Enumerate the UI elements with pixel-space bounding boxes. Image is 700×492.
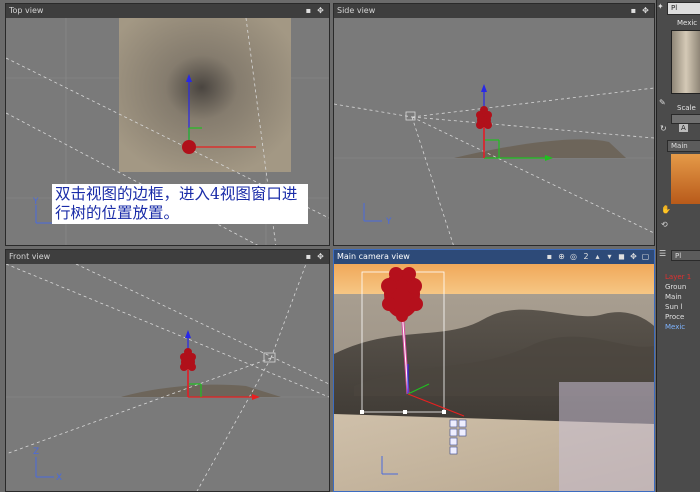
camera-viewport[interactable]: Main camera view ▪ ⊕ ◎ 2 ▴ ▾ ◼ ✥ ▢ <box>333 249 655 492</box>
terrain-side <box>454 139 626 158</box>
settings-icon[interactable]: ✦ <box>657 2 666 11</box>
tree-side[interactable] <box>476 106 492 129</box>
terrain-top <box>119 18 291 172</box>
camera-counter: 2 <box>583 252 589 261</box>
zoom-icon[interactable]: ⊕ <box>557 252 566 261</box>
top-viewport-title: Top view <box>9 6 44 15</box>
ac-toggle[interactable]: A <box>679 124 688 132</box>
layer-list: Layer 1 Groun Main Sun l Proce Mexic <box>657 264 700 334</box>
front-viewport[interactable]: Front view ▪ ✥ Z X <box>5 249 330 492</box>
side-viewport-title: Side view <box>337 6 376 15</box>
camera-menu-icon[interactable]: ✥ <box>629 252 638 261</box>
viewport-menu-icon[interactable]: ✥ <box>316 252 325 261</box>
maximize-icon[interactable]: ▪ <box>304 6 313 15</box>
scale-slider[interactable] <box>671 114 700 124</box>
layers-icon[interactable]: ☰ <box>659 249 666 258</box>
side-viewport-canvas[interactable]: Y <box>334 18 654 245</box>
panel-tab-plants[interactable]: Pl <box>667 2 700 15</box>
axis-y-label: Y <box>32 197 39 207</box>
viewport-menu-icon[interactable]: ✥ <box>316 6 325 15</box>
axis-y-label: Y <box>385 217 392 227</box>
panel-main-tab[interactable]: Main <box>667 140 700 152</box>
right-panel: Pl ✦ Mexic ✎ Scale ↻ A Main ✋ ⟲ ☰ Pl Lay… <box>656 0 700 492</box>
refresh-icon[interactable]: ↻ <box>660 124 667 133</box>
panel-mex-label: Mexic <box>677 19 698 27</box>
maximize-icon[interactable]: ▪ <box>629 6 638 15</box>
axis-x-label: X <box>56 473 62 483</box>
axis-z-label: Z <box>33 447 39 457</box>
camera-viewport-title: Main camera view <box>337 252 410 261</box>
preview-thumbnail[interactable] <box>671 30 700 94</box>
panel-scale-label: Scale <box>677 104 696 112</box>
tree-front[interactable] <box>180 348 196 371</box>
front-viewport-canvas[interactable]: Z X <box>6 264 329 491</box>
layer-item[interactable]: Mexic <box>665 322 685 332</box>
top-viewport-titlebar[interactable]: Top view ▪ ✥ <box>6 4 329 18</box>
layer-item[interactable]: Groun <box>665 282 686 292</box>
arrow-up-icon[interactable]: ▴ <box>593 252 602 261</box>
front-viewport-titlebar[interactable]: Front view ▪ ✥ <box>6 250 329 264</box>
maximize-icon[interactable]: ▪ <box>304 252 313 261</box>
layout-icon[interactable]: ▢ <box>641 252 650 261</box>
options-icon[interactable]: ◼ <box>617 252 626 261</box>
rotate-icon[interactable]: ⟲ <box>661 220 668 229</box>
wand-icon[interactable]: ✎ <box>659 98 668 107</box>
pan-hand-icon[interactable]: ✋ <box>661 205 671 214</box>
layer-item[interactable]: Layer 1 <box>665 272 691 282</box>
camera-viewport-canvas[interactable] <box>334 264 654 491</box>
front-viewport-title: Front view <box>9 252 51 261</box>
layer-item[interactable]: Main <box>665 292 682 302</box>
viewport-menu-icon[interactable]: ✥ <box>641 6 650 15</box>
layer-item[interactable]: Sun l <box>665 302 683 312</box>
tree-marker-top[interactable] <box>182 140 196 154</box>
side-viewport[interactable]: Side view ▪ ✥ Y <box>333 3 655 246</box>
side-viewport-titlebar[interactable]: Side view ▪ ✥ <box>334 4 654 18</box>
main-camera-thumbnail[interactable] <box>671 154 700 204</box>
render-icon[interactable]: ◎ <box>569 252 578 261</box>
instruction-caption: 双击视图的边框，进入4视图窗口进行树的位置放置。 <box>52 184 308 224</box>
panel-layers-tab[interactable]: Pl <box>671 250 700 261</box>
layer-item[interactable]: Proce <box>665 312 684 322</box>
camera-viewport-titlebar[interactable]: Main camera view ▪ ⊕ ◎ 2 ▴ ▾ ◼ ✥ ▢ <box>334 250 654 264</box>
maximize-icon[interactable]: ▪ <box>545 252 554 261</box>
arrow-down-icon[interactable]: ▾ <box>605 252 614 261</box>
